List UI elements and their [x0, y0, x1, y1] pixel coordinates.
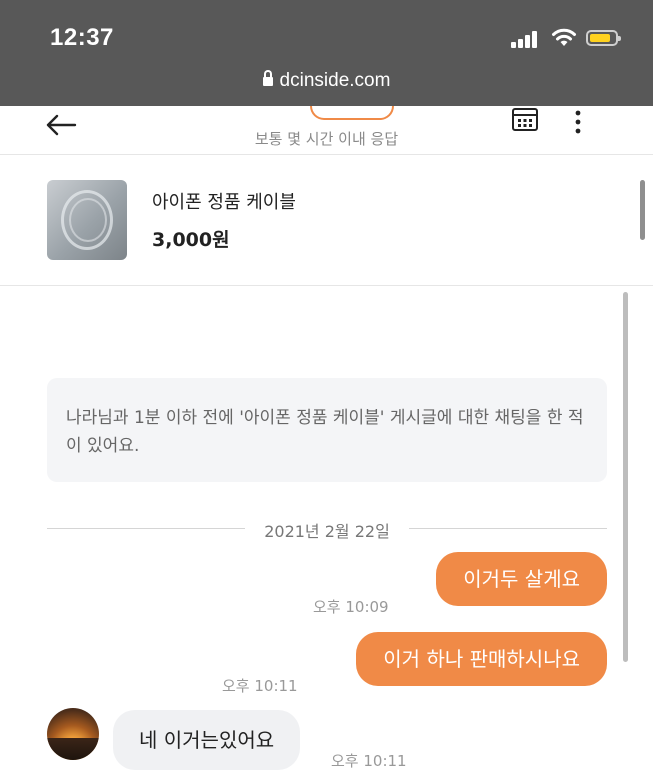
message-in[interactable]: 네 이거는있어요 [113, 710, 301, 770]
product-price: 3,000원 [152, 229, 230, 251]
message-time: 오후 10:09 [313, 598, 389, 616]
user-avatar[interactable] [47, 708, 99, 760]
status-time: 12:37 [50, 24, 114, 51]
product-thumbnail[interactable] [47, 180, 127, 260]
message-time: 오후 10:11 [222, 677, 298, 695]
message-out[interactable]: 이거두 살게요 [436, 552, 607, 606]
url-text: dcinside.com [279, 70, 391, 91]
chat-header: 보통 몇 시간 이내 응답 [0, 92, 653, 155]
message-time: 오후 10:11 [331, 752, 407, 770]
signal-icon [511, 30, 543, 48]
date-divider: 2021년 2월 22일 [47, 518, 607, 541]
chat-scrollbar[interactable] [623, 292, 628, 662]
notice-text: 나라님과 1분 이하 전에 '아이폰 정품 케이블' 게시글에 대한 채팅을 한… [66, 408, 584, 456]
message-out[interactable]: 이거 하나 판매하시나요 [356, 632, 607, 686]
lock-icon [262, 70, 273, 86]
header-scrollbar[interactable] [640, 180, 645, 240]
previous-chat-notice: 나라님과 1분 이하 전에 '아이폰 정품 케이블' 게시글에 대한 채팅을 한… [47, 378, 607, 482]
calendar-icon[interactable] [511, 106, 539, 132]
product-name: 아이폰 정품 케이블 [152, 192, 296, 213]
response-time: 보통 몇 시간 이내 응답 [254, 130, 399, 148]
product-bar[interactable]: 아이폰 정품 케이블 3,000원 [0, 155, 653, 286]
status-bar: 12:37 dcinside.com [0, 0, 653, 106]
more-vertical-icon[interactable] [573, 110, 583, 134]
date-label: 2021년 2월 22일 [264, 522, 390, 541]
wifi-icon [552, 28, 576, 46]
url-bar[interactable]: dcinside.com [0, 70, 653, 92]
battery-icon [586, 30, 621, 46]
